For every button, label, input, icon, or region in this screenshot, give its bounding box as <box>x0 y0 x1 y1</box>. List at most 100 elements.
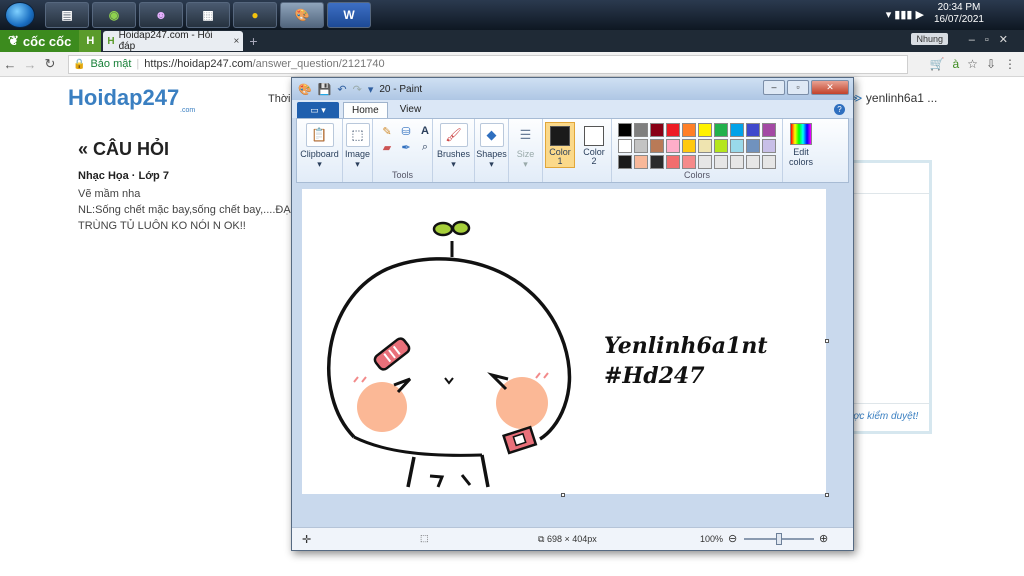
browser-tab[interactable]: H Hoidap247.com - Hỏi đáp × <box>103 30 244 52</box>
palette-swatch[interactable] <box>730 123 744 137</box>
zoom-out-icon[interactable]: ⊖ <box>728 532 737 545</box>
calculator-taskbar-icon[interactable]: ▦ <box>186 2 230 28</box>
palette-swatch[interactable] <box>682 155 696 169</box>
palette-swatch[interactable] <box>666 123 680 137</box>
color2-button[interactable]: Color 2 <box>579 122 609 168</box>
cart-icon[interactable]: 🛒 <box>930 57 945 71</box>
download-icon[interactable]: ⇩ <box>986 57 996 71</box>
window-controls[interactable]: –▫✕ <box>969 33 1018 46</box>
palette-swatch[interactable] <box>762 123 776 137</box>
zoom-slider-thumb[interactable] <box>776 533 782 545</box>
start-button[interactable] <box>5 2 35 28</box>
palette-swatch[interactable] <box>650 123 664 137</box>
palette-swatch[interactable] <box>650 139 664 153</box>
minimize-button[interactable]: – <box>763 80 785 95</box>
resize-handle-bottom[interactable] <box>561 493 565 497</box>
chevron-down-icon: ▾ <box>489 159 494 169</box>
file-menu-button[interactable]: ▭ ▾ <box>297 102 339 118</box>
resize-handle-corner[interactable] <box>825 493 829 497</box>
eraser-icon[interactable]: ▰ <box>379 141 395 154</box>
translate-icon[interactable]: à <box>952 57 959 71</box>
palette-swatch[interactable] <box>714 155 728 169</box>
chrome-taskbar-icon[interactable]: ● <box>233 2 277 28</box>
magnifier-icon[interactable]: ⌕ <box>417 141 433 154</box>
palette-swatch[interactable] <box>746 139 760 153</box>
file-explorer-taskbar-icon[interactable]: ▤ <box>45 2 89 28</box>
quick-access-dropdown-icon[interactable]: ▾ <box>368 83 374 96</box>
fill-icon[interactable]: ⛁ <box>398 125 414 138</box>
pinned-tab-hoidap[interactable]: H <box>79 30 102 52</box>
color-picker-icon[interactable]: ✒ <box>398 141 414 154</box>
close-button[interactable]: ✕ <box>811 80 849 95</box>
tab-close-icon[interactable]: × <box>233 36 239 47</box>
palette-swatch[interactable] <box>634 155 648 169</box>
back-chevron-icon[interactable]: « <box>78 139 88 159</box>
pencil-icon[interactable]: ✎ <box>379 125 395 138</box>
palette-swatch[interactable] <box>746 123 760 137</box>
redo-icon[interactable]: ↷ <box>353 83 362 96</box>
palette-swatch[interactable] <box>730 139 744 153</box>
palette-swatch[interactable] <box>682 123 696 137</box>
top-nav-item[interactable]: Thời <box>268 93 291 105</box>
size-group[interactable]: ☰ Size ▾ <box>509 119 543 182</box>
palette-swatch[interactable] <box>698 155 712 169</box>
tray-icons[interactable]: ▾ ▮▮▮ ▶ <box>886 8 924 21</box>
tab-view[interactable]: View <box>392 102 430 118</box>
palette-swatch[interactable] <box>714 139 728 153</box>
image-group[interactable]: ⬚ Image ▾ <box>343 119 373 182</box>
coccoc-menu-button[interactable]: ❦ cốc cốc <box>0 30 80 52</box>
palette-swatch[interactable] <box>730 155 744 169</box>
question-meta[interactable]: Nhạc Họa · Lớp 7 <box>78 170 169 182</box>
paint-taskbar-icon[interactable]: 🎨 <box>280 2 324 28</box>
palette-swatch[interactable] <box>618 155 632 169</box>
palette-swatch[interactable] <box>666 139 680 153</box>
palette-swatch[interactable] <box>682 139 696 153</box>
resize-handle-right[interactable] <box>825 339 829 343</box>
lock-icon: 🔒 <box>73 58 86 70</box>
paint-window[interactable]: 🎨 💾 ↶ ↷ ▾ 20 - Paint – ▫ ✕ ▭ ▾ Home View… <box>291 77 854 551</box>
help-icon[interactable]: ? <box>834 104 845 115</box>
text-icon[interactable]: A <box>417 125 433 138</box>
paint-titlebar[interactable]: 🎨 💾 ↶ ↷ ▾ 20 - Paint – ▫ ✕ <box>292 78 853 100</box>
user-menu[interactable]: ≫ yenlinh6a1 ... <box>850 91 937 105</box>
palette-swatch[interactable] <box>650 155 664 169</box>
color1-button[interactable]: Color 1 <box>545 122 575 168</box>
brushes-group[interactable]: 🖌 Brushes ▾ <box>433 119 475 182</box>
bookmark-star-icon[interactable]: ☆ <box>967 57 978 71</box>
back-icon[interactable]: ← <box>0 57 20 72</box>
shapes-group[interactable]: ◆ Shapes ▾ <box>475 119 509 182</box>
reload-icon[interactable]: ↻ <box>40 56 60 72</box>
palette-swatch[interactable] <box>618 139 632 153</box>
word-taskbar-icon[interactable]: W <box>327 2 371 28</box>
taskbar: ▤ ◉ ☻ ▦ ● 🎨 W ▾ ▮▮▮ ▶ 20:34 PM 16/07/202… <box>0 0 1024 30</box>
site-logo[interactable]: Hoidap247 <box>68 85 179 111</box>
palette-swatch[interactable] <box>698 123 712 137</box>
edit-colors-button[interactable]: Edit colors <box>783 119 819 182</box>
undo-icon[interactable]: ↶ <box>337 83 346 96</box>
palette-swatch[interactable] <box>714 123 728 137</box>
tab-home[interactable]: Home <box>343 102 388 118</box>
palette-swatch[interactable] <box>698 139 712 153</box>
menu-icon[interactable]: ⋮ <box>1004 57 1016 71</box>
palette-swatch[interactable] <box>762 139 776 153</box>
palette-swatch[interactable] <box>746 155 760 169</box>
new-tab-button[interactable]: + <box>249 33 257 49</box>
forward-icon[interactable]: → <box>20 57 40 72</box>
palette-swatch[interactable] <box>634 139 648 153</box>
zoom-in-icon[interactable]: ⊕ <box>819 532 828 545</box>
maximize-button[interactable]: ▫ <box>787 80 809 95</box>
save-icon[interactable]: 💾 <box>318 83 332 96</box>
url-input[interactable]: 🔒 Bảo mật | https://hoidap247.com/answer… <box>68 54 908 74</box>
profile-button[interactable]: Nhung <box>911 33 948 45</box>
coccoc-taskbar-icon[interactable]: ◉ <box>92 2 136 28</box>
game-taskbar-icon[interactable]: ☻ <box>139 2 183 28</box>
edit-colors-label: Edit colors <box>788 147 813 167</box>
palette-swatch[interactable] <box>634 123 648 137</box>
paint-app-icon[interactable]: 🎨 <box>298 83 312 96</box>
palette-swatch[interactable] <box>666 155 680 169</box>
clipboard-group[interactable]: 📋 Clipboard ▾ <box>297 119 343 182</box>
palette-swatch[interactable] <box>618 123 632 137</box>
clock[interactable]: 20:34 PM 16/07/2021 <box>934 2 984 26</box>
palette-swatch[interactable] <box>762 155 776 169</box>
drawing-canvas[interactable]: Yenlinh6a1nt #Hd247 <box>302 189 826 494</box>
